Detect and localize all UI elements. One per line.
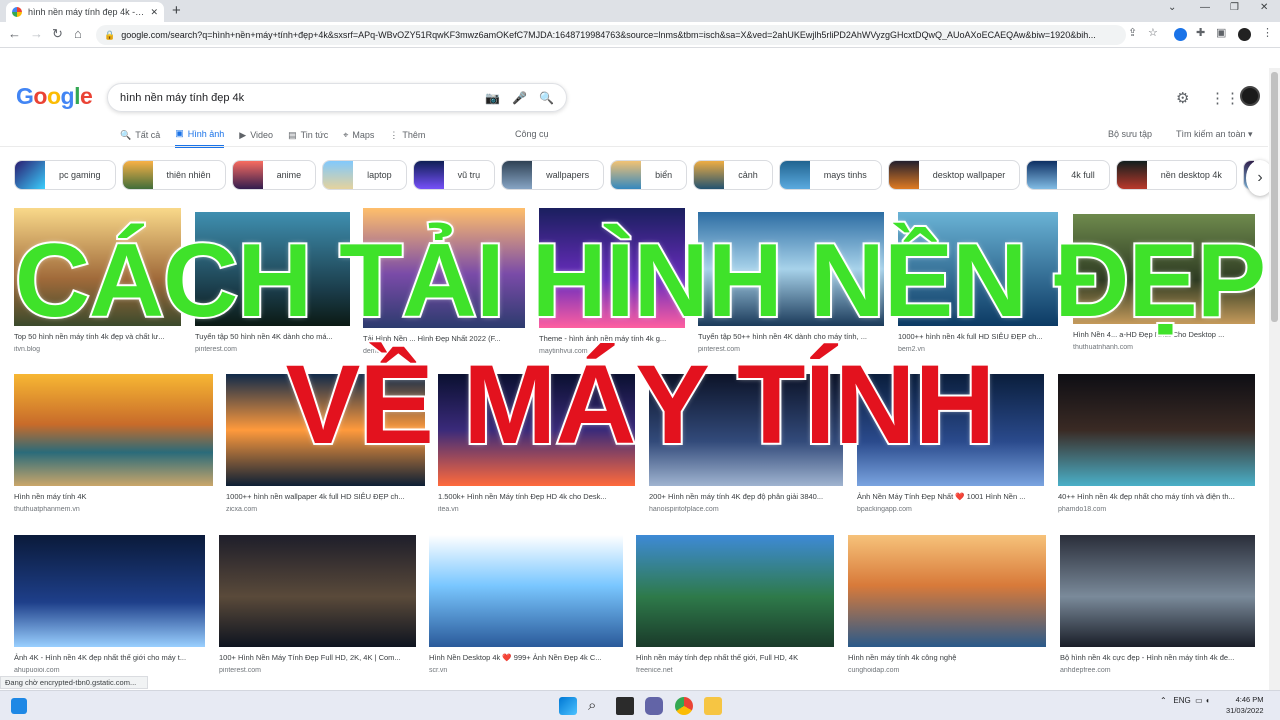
- result-caption[interactable]: Tuyển tập 50 hình nền 4K dành cho má...: [195, 332, 350, 341]
- image-result[interactable]: Hình Nền Desktop 4k ❤️ 999+ Ảnh Nền Đẹp …: [429, 535, 623, 674]
- result-thumbnail[interactable]: [429, 535, 623, 647]
- result-source: bem2.vn: [898, 346, 925, 353]
- result-thumbnail[interactable]: [539, 208, 685, 328]
- result-caption[interactable]: Theme - hình ảnh nền máy tính 4k g...: [539, 334, 685, 343]
- result-source: maytinhvui.com: [539, 348, 588, 355]
- result-source: pinterest.com: [698, 346, 741, 353]
- result-caption[interactable]: 1000++ hình nền 4k full HD SIÊU ĐẸP ch..…: [898, 332, 1058, 341]
- result-source: thuthuatnhanh.com: [1073, 344, 1133, 351]
- result-thumbnail[interactable]: [1060, 535, 1255, 647]
- result-thumbnail[interactable]: [698, 212, 884, 326]
- result-source: zicxa.com: [226, 506, 258, 513]
- result-thumbnail[interactable]: [857, 374, 1044, 486]
- chevron-up-icon[interactable]: ⌃: [1160, 696, 1167, 705]
- image-result[interactable]: Top 50 hình nền máy tính 4k đẹp và chất …: [14, 208, 181, 353]
- result-source: itvn.blog: [14, 346, 41, 353]
- image-result[interactable]: Hình Nền 4... a-HD Đẹp Nhất Cho Desktop …: [1073, 214, 1255, 351]
- result-source: pinterest.com: [195, 346, 238, 353]
- result-source: ahupuoioi.com: [14, 667, 60, 674]
- result-caption[interactable]: 200+ Hình nền máy tính 4K đẹp độ phân gi…: [649, 492, 843, 501]
- chat-icon[interactable]: [645, 697, 663, 715]
- image-result[interactable]: 200+ Hình nền máy tính 4K đẹp độ phân gi…: [649, 374, 843, 513]
- result-caption[interactable]: Top 50 hình nền máy tính 4k đẹp và chất …: [14, 332, 181, 341]
- result-source: bpackingapp.com: [857, 506, 912, 513]
- system-tray[interactable]: ⌃ ENG ▭ ◖: [1160, 696, 1210, 705]
- image-result[interactable]: 1000++ hình nền 4k full HD SIÊU ĐẸP ch..…: [898, 212, 1058, 353]
- result-thumbnail[interactable]: [14, 535, 205, 647]
- result-caption[interactable]: 100+ Hình Nền Máy Tính Đẹp Full HD, 2K, …: [219, 653, 416, 662]
- result-thumbnail[interactable]: [363, 208, 525, 328]
- search-icon[interactable]: ⌕: [588, 697, 606, 715]
- result-thumbnail[interactable]: [1073, 214, 1255, 324]
- image-result[interactable]: Ảnh 4K - Hình nền 4K đẹp nhất thế giới c…: [14, 535, 205, 674]
- result-caption[interactable]: Hình Nền Desktop 4k ❤️ 999+ Ảnh Nền Đẹp …: [429, 653, 623, 662]
- volume-icon[interactable]: ◖: [1205, 696, 1210, 705]
- image-result[interactable]: Ảnh Nền Máy Tính Đẹp Nhất ❤️ 1001 Hình N…: [857, 374, 1044, 513]
- result-thumbnail[interactable]: [226, 374, 425, 486]
- result-thumbnail[interactable]: [848, 535, 1046, 647]
- result-caption[interactable]: Bộ hình nền 4k cực đẹp - Hình nền máy tí…: [1060, 653, 1255, 662]
- scrollbar[interactable]: [1269, 68, 1280, 690]
- image-result[interactable]: Theme - hình ảnh nền máy tính 4k g... may…: [539, 208, 685, 355]
- image-result[interactable]: Tuyển tập 50++ hình nền 4K dành cho máy …: [698, 212, 884, 353]
- result-source: demoda: [363, 348, 389, 355]
- result-thumbnail[interactable]: [219, 535, 416, 647]
- result-caption[interactable]: Hình nền máy tính 4k công nghệ: [848, 653, 1046, 662]
- result-thumbnail[interactable]: [14, 374, 213, 486]
- result-source: anhdepfree.com: [1060, 667, 1111, 674]
- windows-taskbar: ⌕ ⌃ ENG ▭ ◖ 4:46 PM 31/03/2022: [0, 690, 1280, 720]
- result-caption[interactable]: Tải Hình Nền ... Hình Đẹp Nhất 2022 (F..…: [363, 334, 525, 343]
- image-result[interactable]: 40++ Hình nền 4k đẹp nhất cho máy tính v…: [1058, 374, 1255, 513]
- image-results-grid: Top 50 hình nền máy tính 4k đẹp và chất …: [0, 0, 1268, 690]
- result-caption[interactable]: 40++ Hình nền 4k đẹp nhất cho máy tính v…: [1058, 492, 1255, 501]
- result-caption[interactable]: Tuyển tập 50++ hình nền 4K dành cho máy …: [698, 332, 884, 341]
- status-bubble: Đang chờ encrypted-tbn0.gstatic.com...: [0, 676, 148, 689]
- result-source: freenice.net: [636, 667, 673, 674]
- task-view-icon[interactable]: [616, 697, 634, 715]
- result-source: scr.vn: [429, 667, 448, 674]
- result-source: hanoispiritofplace.com: [649, 506, 719, 513]
- result-thumbnail[interactable]: [649, 374, 843, 486]
- image-result[interactable]: Hình nền máy tính đẹp nhất thế giới, Ful…: [636, 535, 834, 674]
- widgets-icon[interactable]: [11, 698, 27, 714]
- result-source: pinterest.com: [219, 667, 262, 674]
- result-thumbnail[interactable]: [1058, 374, 1255, 486]
- result-caption[interactable]: 1000++ hình nền wallpaper 4k full HD SIÊ…: [226, 492, 425, 501]
- image-result[interactable]: Tuyển tập 50 hình nền 4K dành cho má... p…: [195, 212, 350, 353]
- result-thumbnail[interactable]: [438, 374, 635, 486]
- result-caption[interactable]: 1.500k+ Hình nền Máy tính Đẹp HD 4k cho …: [438, 492, 635, 501]
- result-source: cunghoidap.com: [848, 667, 900, 674]
- clock[interactable]: 4:46 PM 31/03/2022: [1226, 694, 1264, 716]
- language-indicator[interactable]: ENG: [1173, 696, 1190, 705]
- date: 31/03/2022: [1226, 706, 1264, 715]
- image-result[interactable]: Bộ hình nền 4k cực đẹp - Hình nền máy tí…: [1060, 535, 1255, 674]
- result-thumbnail[interactable]: [195, 212, 350, 326]
- result-source: phamdo18.com: [1058, 506, 1107, 513]
- image-result[interactable]: Hình nền máy tính 4k công nghệ cunghoidap…: [848, 535, 1046, 674]
- image-result[interactable]: 100+ Hình Nền Máy Tính Đẹp Full HD, 2K, …: [219, 535, 416, 674]
- result-source: itea.vn: [438, 506, 459, 513]
- result-source: thuthuatphanmem.vn: [14, 506, 80, 513]
- network-icon[interactable]: ▭: [1195, 696, 1203, 705]
- result-thumbnail[interactable]: [898, 212, 1058, 326]
- image-result[interactable]: Tải Hình Nền ... Hình Đẹp Nhất 2022 (F..…: [363, 208, 525, 355]
- chrome-icon[interactable]: [675, 697, 693, 715]
- time: 4:46 PM: [1235, 695, 1264, 704]
- file-explorer-icon[interactable]: [704, 697, 722, 715]
- image-result[interactable]: 1000++ hình nền wallpaper 4k full HD SIÊ…: [226, 374, 425, 513]
- windows-start-icon[interactable]: [559, 697, 577, 715]
- image-result[interactable]: Hình nền máy tính 4K thuthuatphanmem.vn: [14, 374, 213, 513]
- scrollbar-thumb[interactable]: [1271, 72, 1278, 322]
- result-caption[interactable]: Hình nền máy tính 4K: [14, 492, 213, 501]
- result-caption[interactable]: Ảnh 4K - Hình nền 4K đẹp nhất thế giới c…: [14, 653, 205, 662]
- result-thumbnail[interactable]: [636, 535, 834, 647]
- result-caption[interactable]: Hình nền máy tính đẹp nhất thế giới, Ful…: [636, 653, 834, 662]
- result-caption[interactable]: Hình Nền 4... a-HD Đẹp Nhất Cho Desktop …: [1073, 330, 1255, 339]
- image-result[interactable]: 1.500k+ Hình nền Máy tính Đẹp HD 4k cho …: [438, 374, 635, 513]
- result-thumbnail[interactable]: [14, 208, 181, 326]
- result-caption[interactable]: Ảnh Nền Máy Tính Đẹp Nhất ❤️ 1001 Hình N…: [857, 492, 1044, 501]
